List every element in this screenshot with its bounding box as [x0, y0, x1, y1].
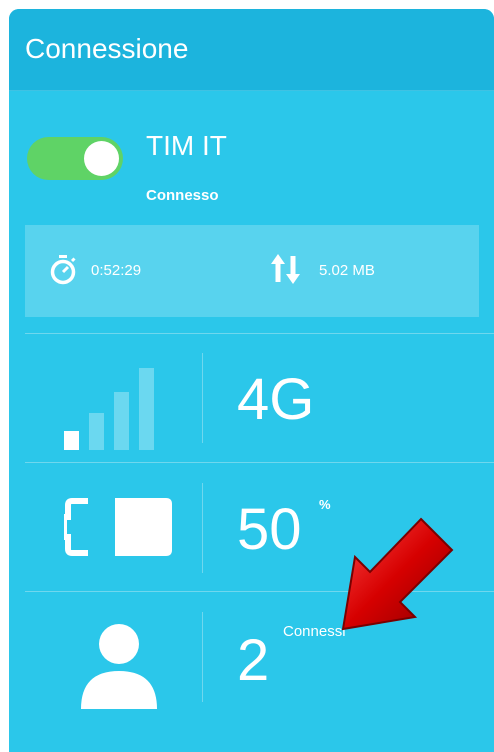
- data-usage: 5.02 MB: [319, 262, 375, 279]
- divider: [202, 612, 203, 702]
- panel-title: Connessione: [25, 33, 189, 64]
- network-type: 4G: [237, 367, 315, 432]
- toggle-knob: [84, 141, 119, 176]
- battery-icon: [64, 498, 172, 556]
- user-icon: [81, 624, 157, 709]
- connection-duration: 0:52:29: [91, 262, 142, 279]
- divider: [25, 333, 494, 334]
- battery-level: 50: [237, 497, 302, 562]
- operator-name: TIM IT: [146, 130, 227, 161]
- clients-count: 2: [237, 628, 270, 693]
- stopwatch-icon: [50, 255, 76, 285]
- connection-panel: Connessione TIM IT Connesso 0:52:29 5.02…: [9, 9, 494, 752]
- signal-bars-icon: [64, 368, 154, 450]
- annotation-arrow-icon: [341, 517, 454, 631]
- divider: [25, 462, 494, 463]
- divider: [202, 483, 203, 573]
- battery-unit: %: [319, 497, 331, 512]
- connection-toggle[interactable]: [27, 137, 123, 180]
- panel-header: Connessione: [9, 9, 494, 91]
- up-down-arrows-icon: [271, 254, 300, 284]
- connection-status: Connesso: [146, 187, 219, 204]
- divider: [202, 353, 203, 443]
- connection-stats: 0:52:29 5.02 MB: [25, 225, 479, 317]
